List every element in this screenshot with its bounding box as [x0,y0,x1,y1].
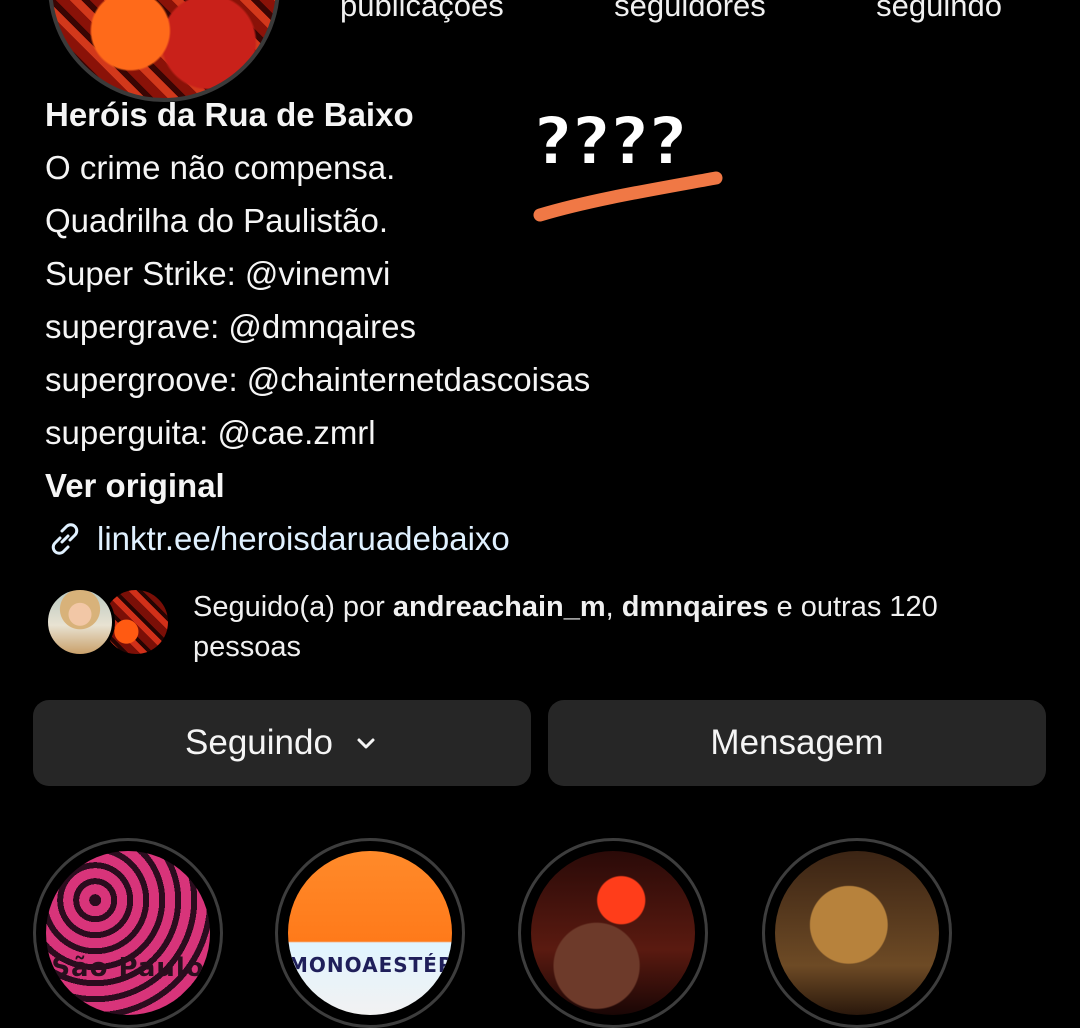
see-original-link[interactable]: Ver original [45,459,1005,512]
story-highlight[interactable]: MONOAESTÉREO [275,838,465,1028]
bio-line[interactable]: Super Strike: @vinemvi [45,247,1005,300]
highlight-cover [775,851,939,1015]
profile-stats: publicações seguidores seguindo [300,0,1040,26]
follower-avatar [45,587,115,657]
followed-by-text[interactable]: Seguido(a) por andreachain_m, dmnqaires … [193,587,1053,667]
bio-line: Quadrilha do Paulistão. [45,202,389,239]
profile-link[interactable]: linktr.ee/heroisdaruadebaixo [45,512,1005,565]
highlight-cover-text: São Paulo [51,952,205,983]
profile-link-text[interactable]: linktr.ee/heroisdaruadebaixo [97,512,510,565]
profile-bio: Heróis da Rua de Baixo O crime não compe… [45,88,1005,565]
question-marks-annotation: ???? [534,103,687,180]
highlight-cover: MONOAESTÉREO [288,851,452,1015]
link-icon [51,522,79,555]
followers-label[interactable]: seguidores [614,0,766,26]
message-button-label: Mensagem [710,723,884,762]
handwritten-annotation: ???? [533,102,723,222]
posts-label[interactable]: publicações [340,0,504,26]
bio-line: O crime não compensa. [45,149,396,186]
highlight-cover: São Paulo [46,851,210,1015]
highlight-cover [531,851,695,1015]
profile-name: Heróis da Rua de Baixo [45,96,414,133]
following-button[interactable]: Seguindo [33,700,531,786]
following-button-label: Seguindo [185,723,333,762]
bio-line[interactable]: supergroove: @chainternetdascoisas [45,353,1005,406]
bio-line[interactable]: superguita: @cae.zmrl [45,406,1005,459]
profile-avatar[interactable] [48,0,280,102]
message-button[interactable]: Mensagem [548,700,1046,786]
highlight-cover-text: MONOAESTÉREO [288,952,452,977]
follower-username[interactable]: dmnqaires [622,591,769,623]
followed-by-row[interactable]: Seguido(a) por andreachain_m, dmnqaires … [45,587,1045,667]
chevron-down-icon [357,738,375,749]
follower-username[interactable]: andreachain_m [393,591,606,623]
orange-underline [533,171,723,222]
following-label[interactable]: seguindo [876,0,1002,26]
bio-line[interactable]: supergrave: @dmnqaires [45,300,1005,353]
story-highlight[interactable] [518,838,708,1028]
story-highlight[interactable]: São Paulo [33,838,223,1028]
story-highlight[interactable] [762,838,952,1028]
